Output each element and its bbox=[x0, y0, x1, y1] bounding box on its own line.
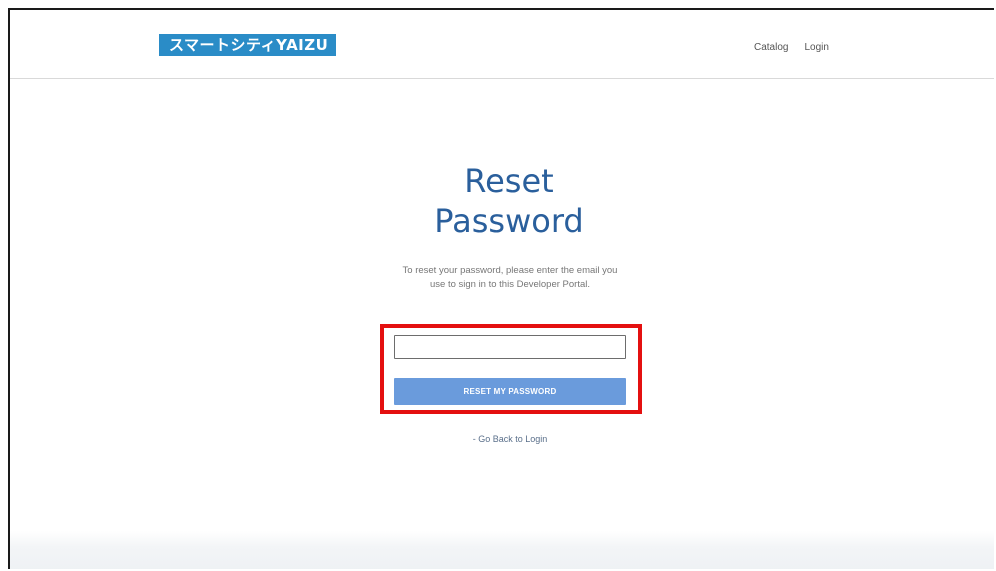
nav-login-link[interactable]: Login bbox=[804, 42, 828, 53]
reset-password-button[interactable]: RESET MY PASSWORD bbox=[394, 378, 626, 405]
nav-catalog-link[interactable]: Catalog bbox=[754, 42, 788, 53]
browser-frame: スマートシティYAIZU Catalog Login Reset Passwor… bbox=[8, 8, 994, 569]
site-header: スマートシティYAIZU Catalog Login bbox=[10, 10, 994, 79]
top-nav: Catalog Login bbox=[754, 42, 829, 53]
reset-password-panel: Reset Password To reset your password, p… bbox=[10, 79, 994, 569]
email-input[interactable] bbox=[394, 335, 626, 359]
page-title: Reset Password bbox=[409, 161, 609, 241]
reset-instructions: To reset your password, please enter the… bbox=[402, 265, 618, 290]
page-title-line1: Reset bbox=[464, 162, 554, 200]
site-logo[interactable]: スマートシティYAIZU bbox=[159, 34, 337, 56]
footer-band bbox=[10, 531, 994, 569]
page-title-line2: Password bbox=[434, 202, 584, 240]
back-to-login-link[interactable]: - Go Back to Login bbox=[410, 434, 610, 444]
